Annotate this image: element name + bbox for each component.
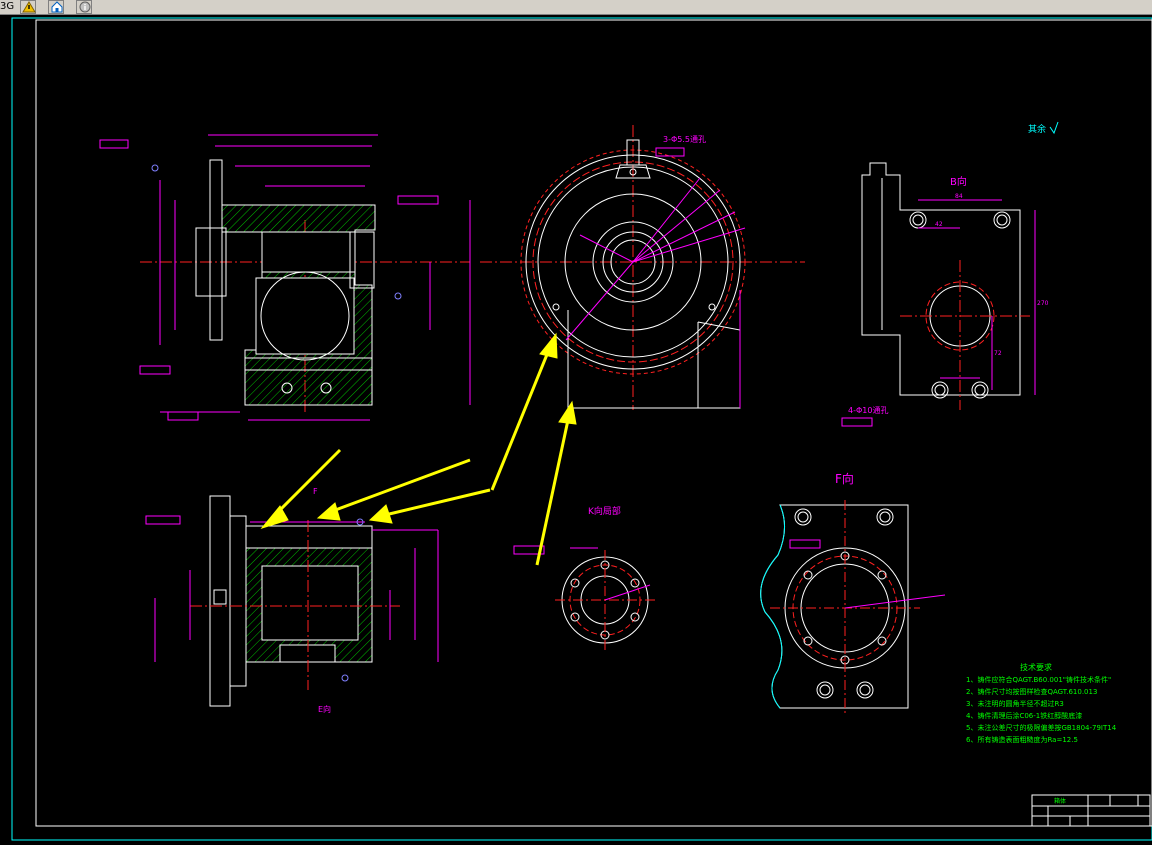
view-k-label: K向局部 <box>588 505 621 517</box>
warning-button[interactable] <box>20 0 36 14</box>
dim-b-2: 42 <box>935 221 943 228</box>
f-view: F向 <box>760 471 946 715</box>
dim-b-3: 270 <box>1037 300 1049 307</box>
top-toolbar: 3G <box>0 0 1152 15</box>
tech-requirements: 技术要求 1、铸件应符合QAGT.B60.001"铸件技术条件" 2、铸件尺寸均… <box>966 662 1117 744</box>
warning-icon <box>22 1 36 13</box>
front-circular-view: 3-Φ5.5通孔 <box>480 125 805 410</box>
tech-item-1: 1、铸件应符合QAGT.B60.001"铸件技术条件" <box>966 675 1111 684</box>
e-view: F E向 <box>145 487 439 714</box>
home-icon <box>51 1 63 13</box>
toolbar-text: 3G <box>0 1 15 12</box>
main-section-view <box>99 134 471 421</box>
hole-note-top: 3-Φ5.5通孔 <box>663 134 706 144</box>
label-f: F <box>313 487 318 496</box>
view-b-label: B向 <box>950 175 967 188</box>
title-block: 箱体 <box>1031 794 1151 827</box>
hole-note-b: 4-Φ10通孔 <box>848 405 888 415</box>
tech-title: 技术要求 <box>1020 662 1052 672</box>
tech-item-4: 4、铸件清理后涂C06-1铁红醇酸底漆 <box>966 711 1082 720</box>
dim-b-4: 72 <box>994 350 1002 357</box>
info-icon <box>79 1 91 13</box>
cad-drawing: 3-Φ5.5通孔 B向 其余 84 42 270 72 4-Φ10通孔 F E向… <box>11 17 1152 841</box>
k-partial-view: K向局部 <box>513 505 655 650</box>
view-f-label: F向 <box>835 471 854 486</box>
b-view: B向 其余 84 42 270 72 4-Φ10通孔 <box>841 121 1059 427</box>
home-button[interactable] <box>48 0 64 14</box>
tech-item-2: 2、铸件尺寸均按图样检查QAGT.610.013 <box>966 687 1097 696</box>
roughness-note: 其余 <box>1028 123 1046 135</box>
dim-b-1: 84 <box>955 193 963 200</box>
title-name: 箱体 <box>1054 797 1066 805</box>
view-e-label: E向 <box>318 704 331 714</box>
tech-item-3: 3、未注明的圆角半径不超过R3 <box>966 699 1064 708</box>
tech-item-5: 5、未注公差尺寸的极限偏差按GB1804-79IT14 <box>966 723 1117 732</box>
cad-canvas[interactable]: 3-Φ5.5通孔 B向 其余 84 42 270 72 4-Φ10通孔 F E向… <box>0 15 1152 841</box>
info-button[interactable] <box>76 0 92 14</box>
tech-item-6: 6、所有铸造表面粗糙度为Ra=12.5 <box>966 735 1078 744</box>
